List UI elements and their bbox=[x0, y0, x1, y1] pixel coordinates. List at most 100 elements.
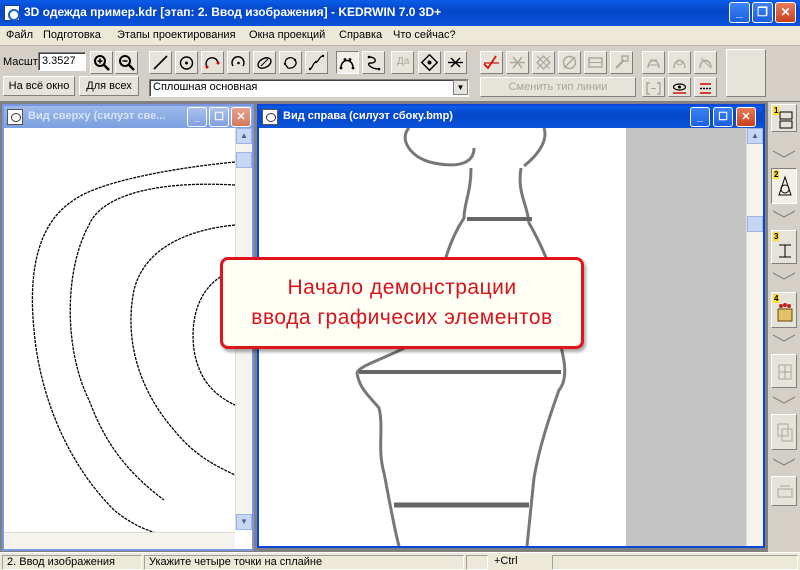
top-view-titlebar[interactable]: Вид сверху (силуэт све... _ ☐ ✕ bbox=[4, 106, 252, 128]
menu-file[interactable]: Файл bbox=[6, 29, 33, 41]
zoom-out-button[interactable] bbox=[115, 51, 138, 74]
menu-prepare[interactable]: Подготовка bbox=[43, 29, 101, 41]
accept-button[interactable] bbox=[480, 51, 503, 74]
hammer-icon bbox=[615, 55, 629, 69]
scroll-thumb[interactable] bbox=[236, 152, 252, 168]
sew-tool-button[interactable] bbox=[558, 51, 581, 74]
window-icon bbox=[262, 109, 278, 125]
minimize-button[interactable]: _ bbox=[729, 2, 750, 23]
scroll-down-arrow-icon[interactable]: ▼ bbox=[236, 514, 252, 530]
top-view-close-button[interactable]: ✕ bbox=[231, 107, 251, 127]
sew-icon bbox=[562, 55, 577, 70]
top-view-canvas[interactable] bbox=[4, 130, 235, 539]
scale-input[interactable]: 3.3527 bbox=[38, 52, 86, 71]
mesh-edit-icon bbox=[673, 59, 686, 69]
spline-4pt-icon bbox=[339, 58, 355, 70]
ellipse-tool-icon bbox=[257, 57, 272, 69]
status-modifier: +Ctrl bbox=[494, 555, 518, 567]
close-button[interactable]: ✕ bbox=[775, 2, 796, 23]
top-view-title: Вид сверху (силуэт све... bbox=[28, 110, 166, 122]
restore-button[interactable]: ❐ bbox=[752, 2, 773, 23]
stage-3-button[interactable]: 3 bbox=[771, 230, 797, 264]
stage-1-icon bbox=[779, 111, 793, 129]
scroll-up-arrow-icon[interactable]: ▲ bbox=[236, 128, 252, 144]
pattern-tool-button[interactable] bbox=[584, 51, 607, 74]
zoom-in-button[interactable] bbox=[90, 51, 113, 74]
tool-ellipse-button[interactable] bbox=[253, 51, 276, 74]
fit-all-button[interactable]: На всё окно bbox=[3, 76, 75, 96]
stage-6-button[interactable] bbox=[771, 414, 797, 450]
status-hint: Укажите четыре точки на сплайне bbox=[144, 555, 464, 570]
chevron-down-icon bbox=[772, 272, 796, 280]
stage-7-button[interactable] bbox=[771, 476, 797, 506]
tool-line-button[interactable] bbox=[149, 51, 172, 74]
stage-4-button[interactable]: 4 bbox=[771, 292, 797, 328]
top-view-minimize-button[interactable]: _ bbox=[187, 107, 207, 127]
top-view-window[interactable]: Вид сверху (силуэт све... _ ☐ ✕ ▲ ▼ bbox=[2, 104, 254, 551]
window-title: 3D одежда пример.kdr [этап: 2. Ввод изоб… bbox=[24, 5, 442, 19]
stage-6-icon bbox=[777, 423, 793, 442]
zoom-out-icon bbox=[119, 55, 135, 71]
window-icon bbox=[7, 109, 23, 125]
menu-design-stages[interactable]: Этапы проектирования bbox=[117, 29, 236, 41]
top-view-hscrollbar[interactable] bbox=[4, 532, 235, 549]
tool-spline-4pt-button[interactable] bbox=[336, 51, 359, 74]
arc-icon bbox=[231, 56, 245, 67]
tool-circle-button[interactable] bbox=[175, 51, 198, 74]
change-line-type-button[interactable]: Сменить тип линии bbox=[480, 77, 636, 97]
side-view-titlebar[interactable]: Вид справа (силуэт сбоку.bmp) _ ☐ ✕ bbox=[259, 106, 763, 128]
side-view-minimize-button[interactable]: _ bbox=[690, 107, 710, 127]
toolbar-extra-panel bbox=[726, 49, 766, 97]
for-all-button[interactable]: Для всех bbox=[79, 76, 139, 96]
mesh-delete-button[interactable] bbox=[694, 51, 717, 74]
stage-1-button[interactable]: 1 bbox=[771, 104, 797, 132]
cut-tool-button[interactable] bbox=[506, 51, 529, 74]
confirm-label: Да bbox=[397, 56, 410, 67]
snap-point-icon bbox=[421, 54, 438, 71]
tool-arc-3pt-button[interactable] bbox=[201, 51, 224, 74]
spline-edit-icon bbox=[367, 55, 381, 71]
hide-tool-button[interactable] bbox=[668, 77, 691, 97]
bracket-icon bbox=[646, 82, 661, 95]
stage-2-button[interactable]: 2 bbox=[771, 168, 797, 204]
confirm-button[interactable]: Да bbox=[391, 51, 414, 74]
tool-arc-button[interactable] bbox=[227, 51, 250, 74]
status-bar: 2. Ввод изображения Укажите четыре точки… bbox=[0, 552, 800, 570]
intersection-icon bbox=[448, 57, 463, 68]
mesh-tool-button[interactable] bbox=[642, 51, 665, 74]
list-icon bbox=[700, 83, 711, 94]
mesh-delete-icon bbox=[699, 57, 712, 69]
title-bar: 3D одежда пример.kdr [этап: 2. Ввод изоб… bbox=[0, 0, 800, 26]
stage-5-button[interactable] bbox=[771, 354, 797, 388]
side-view-image-margin bbox=[626, 128, 746, 546]
scale-label: Масшт bbox=[3, 56, 38, 68]
list-tool-button[interactable] bbox=[694, 77, 717, 97]
circle-tool-icon bbox=[179, 56, 194, 70]
tool-spline-closed-button[interactable] bbox=[279, 51, 302, 74]
tool-spline-button[interactable] bbox=[305, 51, 328, 74]
toolbar: Масшт 3.3527 На всё окно Для всех Да Спл… bbox=[0, 46, 800, 102]
menu-help[interactable]: Справка bbox=[339, 29, 382, 41]
arc-3pt-icon bbox=[205, 57, 220, 69]
mesh-edit-button[interactable] bbox=[668, 51, 691, 74]
chevron-down-icon bbox=[772, 150, 796, 158]
line-type-select[interactable]: Сплошная основная ▼ bbox=[149, 79, 469, 97]
snap-point-button[interactable] bbox=[418, 51, 441, 74]
line-tool-icon bbox=[153, 55, 168, 70]
chevron-down-icon[interactable]: ▼ bbox=[453, 80, 468, 95]
top-view-maximize-button[interactable]: ☐ bbox=[209, 107, 229, 127]
side-view-close-button[interactable]: ✕ bbox=[736, 107, 756, 127]
hammer-tool-button[interactable] bbox=[610, 51, 633, 74]
side-view-maximize-button[interactable]: ☐ bbox=[713, 107, 733, 127]
node-tool-button[interactable] bbox=[532, 51, 555, 74]
menu-projection-windows[interactable]: Окна проекций bbox=[249, 29, 325, 41]
side-view-scrollbar[interactable]: ▲ bbox=[746, 128, 763, 546]
tool-spline-edit-button[interactable] bbox=[362, 51, 385, 74]
intersection-button[interactable] bbox=[444, 51, 467, 74]
app-icon[interactable] bbox=[4, 5, 20, 21]
scroll-thumb[interactable] bbox=[747, 216, 763, 232]
bracket-tool-button[interactable] bbox=[642, 77, 665, 97]
menu-whats-now[interactable]: Что сейчас? bbox=[393, 29, 456, 41]
line-type-value: Сплошная основная bbox=[153, 81, 258, 93]
scroll-up-arrow-icon[interactable]: ▲ bbox=[747, 128, 763, 144]
